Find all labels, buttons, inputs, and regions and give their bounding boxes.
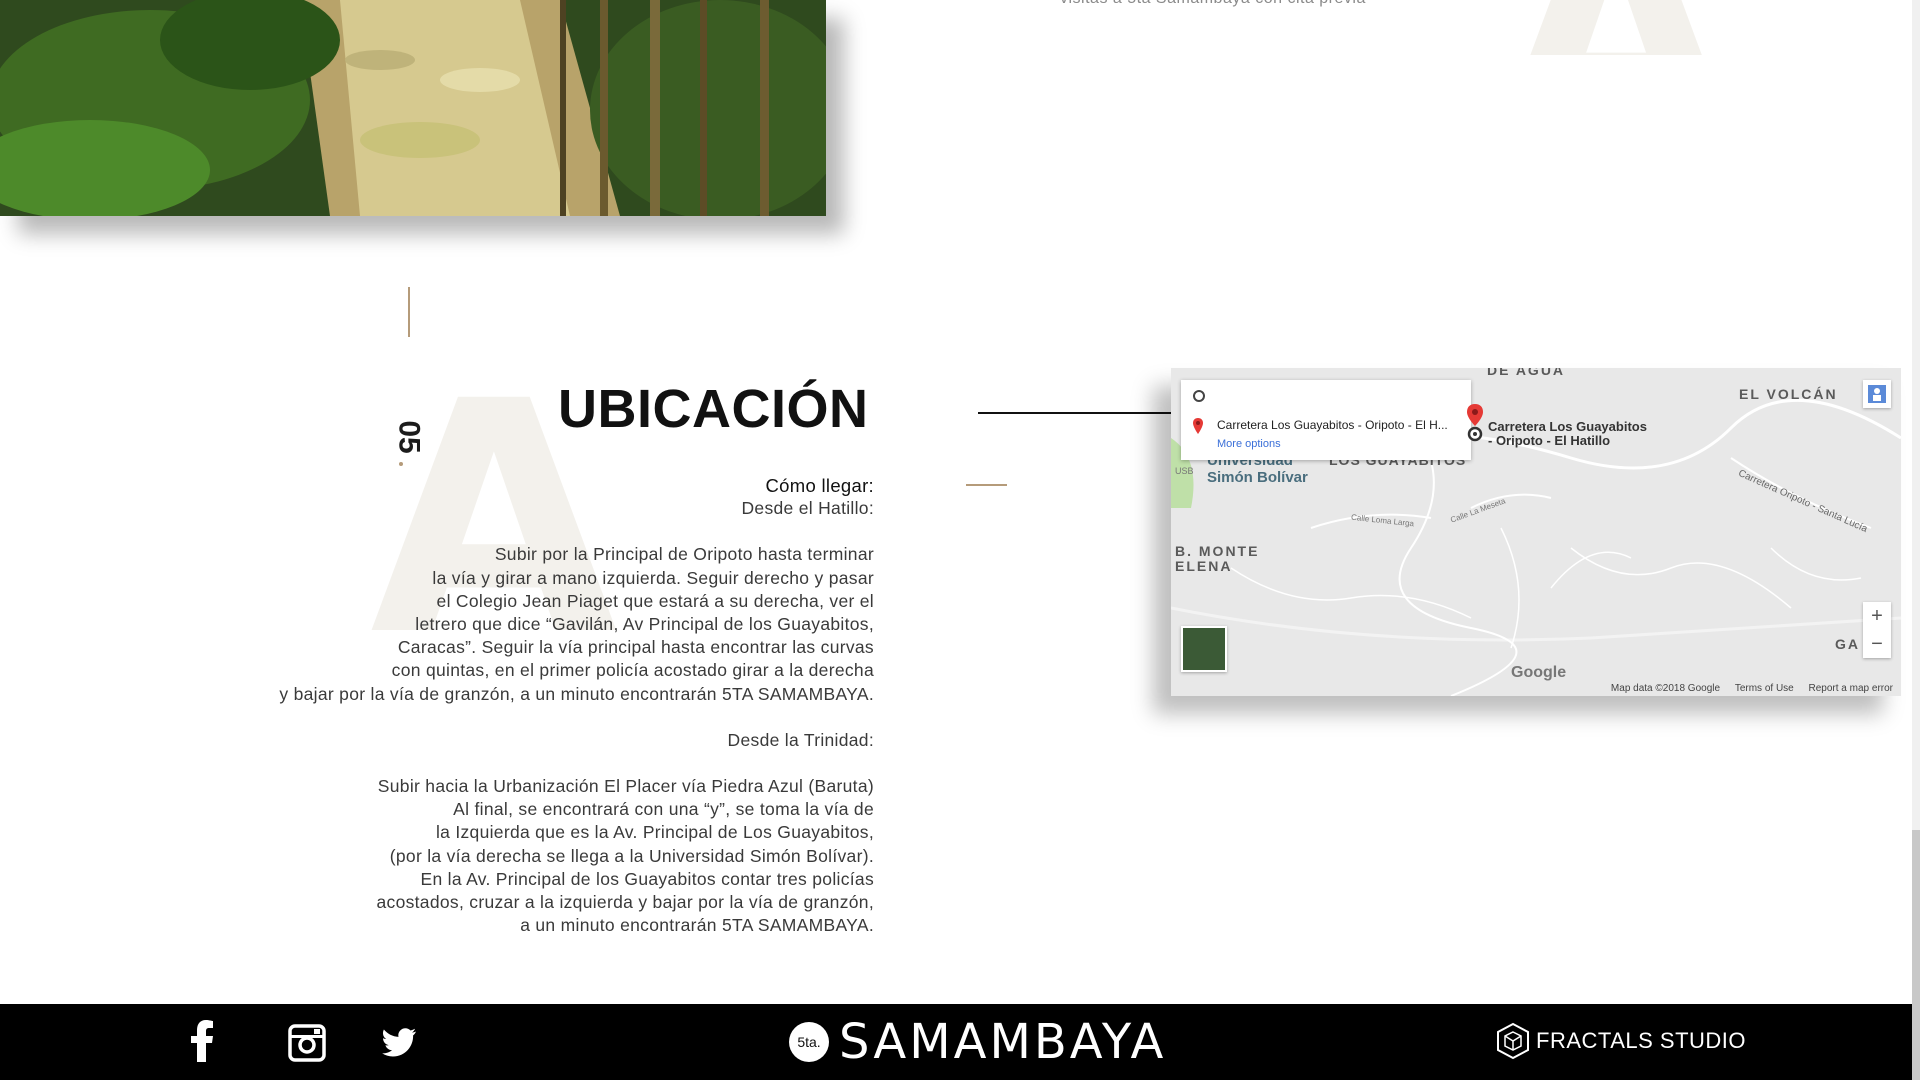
route1-line: la vía y girar a mano izquierda. Seguir … (432, 567, 874, 588)
hexagon-cube-icon (1497, 1022, 1529, 1060)
map-marker-icon[interactable] (1467, 404, 1483, 444)
map-data-text: Map data ©2018 Google (1610, 683, 1721, 694)
route1-line: con quintas, en el primer policía acosta… (391, 660, 874, 681)
twitter-icon[interactable] (382, 1022, 416, 1064)
more-options-link[interactable]: More options (1217, 438, 1281, 450)
section-title: UBICACIÓN (558, 379, 869, 439)
map-label: USB (1175, 466, 1194, 476)
origin-icon (1193, 390, 1205, 402)
fractals-studio-logo[interactable]: FRACTALS STUDIO (1496, 1022, 1746, 1062)
forest-path-photo (0, 0, 826, 216)
terms-link[interactable]: Terms of Use (1735, 683, 1794, 694)
street-view-pegman-icon[interactable] (1863, 380, 1891, 408)
map-label: B. MONTE ELENA (1175, 543, 1260, 574)
route2-line: acostados, cruzar a la izquierda y bajar… (376, 892, 874, 913)
facebook-icon[interactable] (190, 1020, 214, 1062)
route2-line: (por la vía derecha se llega a la Univer… (389, 845, 874, 866)
studio-name: FRACTALS STUDIO (1536, 1028, 1747, 1053)
map-label: EL VOLCÁN (1739, 386, 1838, 402)
route1-line: Subir por la Principal de Oripoto hasta … (494, 544, 874, 565)
instagram-icon[interactable] (288, 1022, 326, 1064)
directions-address: Carretera Los Guayabitos - Oripoto - El … (1217, 418, 1448, 432)
satellite-toggle[interactable] (1181, 626, 1227, 672)
zoom-out-button[interactable]: − (1863, 630, 1891, 658)
google-logo: Google (1511, 664, 1567, 681)
directions-lead: Cómo llegar: (765, 475, 874, 496)
route2-heading: Desde la Trinidad: (727, 729, 874, 750)
map-pin-icon (1193, 418, 1203, 434)
map-marker-label: Carretera Los Guayabitos - Oripoto - El H… (1488, 419, 1647, 448)
section-number: 05 (392, 420, 426, 454)
section-dot (399, 462, 403, 466)
report-error-link[interactable]: Report a map error (1809, 683, 1893, 694)
divider-vertical (408, 287, 410, 337)
route1-line: y bajar por la vía de granzón, a un minu… (279, 683, 874, 704)
map-label: DE AGUA (1487, 368, 1566, 378)
route2-line: a un minuto encontrarán 5TA SAMAMBAYA. (520, 915, 874, 936)
divider-black (978, 412, 1173, 414)
divider-tan (966, 484, 1007, 486)
map-footer: Map data ©2018 Google Terms of Use Repor… (1599, 683, 1893, 694)
route1-line: Caracas”. Seguir la vía principal hasta … (397, 637, 874, 658)
route2-line: la Izquierda que es la Av. Principal de … (435, 822, 874, 843)
route1-line: letrero que dice “Gavilán, Av Principal … (415, 614, 874, 635)
brand-name: SAMAMBAYA (839, 1014, 1167, 1070)
scrollbar-thumb[interactable] (1912, 830, 1920, 1080)
decorative-letter: A (1500, 0, 1732, 55)
top-caption: visitas a 5ta Samambaya con cita previa (1060, 0, 1366, 8)
zoom-control: + − (1863, 602, 1891, 658)
route2-line: Al final, se encontrará con una “y”, se … (453, 799, 874, 820)
brand-badge: 5ta. (789, 1022, 829, 1062)
route1-line: el Colegio Jean Piaget que estará a su d… (436, 590, 874, 611)
route1-heading: Desde el Hatillo: (741, 498, 874, 519)
route2-line: En la Av. Principal de los Guayabitos co… (420, 868, 874, 889)
directions-text: Cómo llegar: Desde el Hatillo: Subir por… (174, 474, 874, 937)
map-label: GA (1835, 636, 1860, 652)
google-map[interactable]: DE AGUA EL VOLCÁN LOS GUAYABITOS Univers… (1171, 368, 1901, 696)
directions-card[interactable]: Carretera Los Guayabitos - Oripoto - El … (1181, 380, 1471, 460)
route2-line: Subir hacia la Urbanización El Placer ví… (377, 776, 874, 797)
zoom-in-button[interactable]: + (1863, 602, 1891, 630)
